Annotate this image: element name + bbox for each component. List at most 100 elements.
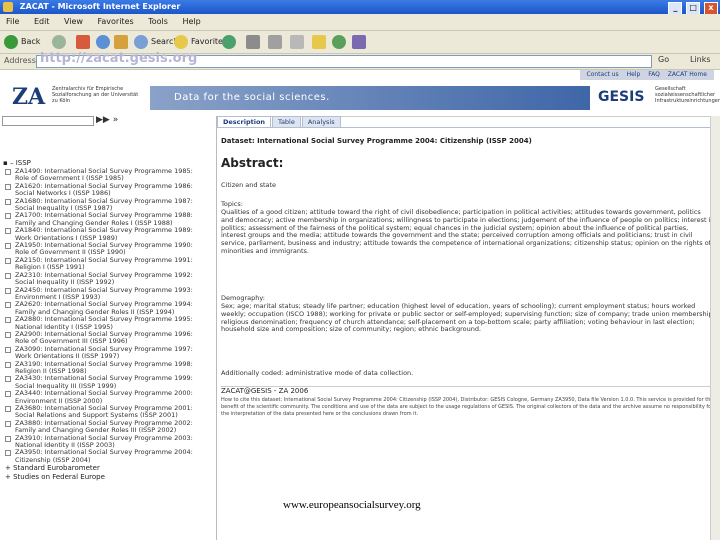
tree-item[interactable]: ZA1700: International Social Survey Prog… — [3, 212, 215, 227]
vertical-scrollbar[interactable] — [710, 116, 720, 540]
menu-tools[interactable]: Tools — [148, 17, 168, 26]
tree-item[interactable]: ZA2150: International Social Survey Prog… — [3, 256, 215, 272]
refresh-button[interactable] — [96, 34, 113, 50]
tree-item[interactable]: ZA3190: International Social Survey Prog… — [3, 360, 215, 376]
expand-icon[interactable] — [5, 331, 11, 338]
expand-icon[interactable] — [5, 287, 11, 294]
faq-link[interactable]: FAQ — [648, 71, 660, 78]
tree-item[interactable]: ZA3950: International Social Survey Prog… — [3, 449, 215, 464]
go-button[interactable]: Go — [658, 55, 669, 64]
tree-item[interactable]: ZA3880: International Social Survey Prog… — [3, 419, 215, 435]
menu-edit[interactable]: Edit — [34, 17, 50, 26]
tree-item[interactable]: ZA2880: International Social Survey Prog… — [3, 315, 215, 331]
back-button[interactable]: Back — [4, 34, 40, 50]
search-icon — [134, 34, 148, 49]
demography-text: Sex; age; marital status; steady life pa… — [221, 302, 715, 334]
home-icon — [114, 34, 128, 49]
tree-item[interactable]: ZA1620: International Social Survey Prog… — [3, 182, 215, 198]
menu-view[interactable]: View — [64, 17, 83, 26]
expand-icon[interactable] — [5, 272, 11, 279]
za-copyright: ZACAT@GESIS - ZA 2006 — [221, 387, 309, 395]
tree-item-federal-europe[interactable]: + Studies on Federal Europe — [3, 473, 215, 482]
expand-icon[interactable] — [5, 257, 11, 264]
menu-file[interactable]: File — [6, 17, 19, 26]
expand-icon[interactable] — [5, 376, 11, 383]
refresh-icon — [96, 34, 110, 49]
media-button[interactable] — [222, 34, 239, 50]
tree-item[interactable]: ZA2450: International Social Survey Prog… — [3, 286, 215, 302]
expand-icon[interactable] — [5, 346, 11, 353]
menu-help[interactable]: Help — [182, 17, 200, 26]
tree-item[interactable]: ZA3440: International Social Survey Prog… — [3, 389, 215, 405]
dataset-title: Dataset: International Social Survey Pro… — [221, 137, 532, 145]
back-arrow-icon — [4, 34, 18, 49]
tree-item[interactable]: ZA2310: International Social Survey Prog… — [3, 271, 215, 287]
tree-item-subtitle: Citizenship (ISSP 2004) — [15, 455, 91, 464]
zacat-home-link[interactable]: ZACAT Home — [668, 71, 707, 78]
tree-item[interactable]: ZA3910: International Social Survey Prog… — [3, 434, 215, 450]
links-button[interactable]: Links — [690, 55, 711, 64]
tree-item[interactable]: ZA3090: International Social Survey Prog… — [3, 345, 215, 361]
favorites-button[interactable]: Favorites — [174, 34, 227, 50]
site-links: Contact us Help FAQ ZACAT Home — [579, 70, 714, 80]
tree-item[interactable]: ZA3430: International Social Survey Prog… — [3, 374, 215, 390]
forward-button[interactable] — [52, 34, 69, 50]
expand-icon[interactable] — [5, 361, 11, 368]
za-logo: ZA — [12, 84, 46, 110]
topics-text: Qualities of a good citizen; attitude to… — [221, 208, 715, 255]
expand-icon[interactable] — [5, 317, 11, 324]
tree-item[interactable]: ZA1680: International Social Survey Prog… — [3, 197, 215, 213]
search-button[interactable]: Search — [134, 34, 178, 50]
star-icon — [174, 34, 188, 49]
expand-icon[interactable] — [5, 406, 11, 412]
expand-icon[interactable] — [5, 169, 11, 175]
edit-button[interactable] — [290, 34, 307, 50]
site-banner: ZA Zentralarchiv für Empirische Sozialfo… — [0, 80, 720, 117]
window-titlebar: ZACAT - Microsoft Internet Explorer _ □ … — [0, 0, 720, 15]
address-url[interactable]: http://zacat.gesis.org — [40, 51, 197, 66]
study-tree: ▪ – ISSP ZA1490: International Social Su… — [3, 159, 215, 482]
print-button[interactable] — [268, 34, 285, 50]
media-icon — [222, 34, 236, 49]
tagline: Data for the social sciences. — [174, 92, 330, 103]
tree-item[interactable]: ZA1950: International Social Survey Prog… — [3, 241, 215, 257]
expand-icon[interactable] — [5, 228, 11, 235]
research-icon — [352, 34, 366, 49]
gesis-logo: GESIS — [598, 89, 645, 105]
edit-icon — [290, 34, 304, 49]
abstract-subtitle: Citizen and state — [221, 181, 277, 189]
tree-item[interactable]: ZA2620: International Social Survey Prog… — [3, 300, 215, 316]
folder-icon — [312, 34, 326, 49]
expand-icon[interactable] — [5, 183, 11, 190]
citation-text: How to cite this dataset: International … — [221, 397, 714, 417]
expand-icon[interactable] — [5, 420, 11, 427]
menu-favorites[interactable]: Favorites — [98, 17, 134, 26]
help-link[interactable]: Help — [627, 71, 641, 78]
tree-item[interactable]: ZA2900: International Social Survey Prog… — [3, 330, 215, 346]
home-button[interactable] — [114, 34, 131, 50]
menu-bar: File Edit View Favorites Tools Help — [0, 14, 720, 31]
tree-item[interactable]: ZA1840: International Social Survey Prog… — [3, 226, 215, 242]
tree-item-eurobarometer[interactable]: + Standard Eurobarometer — [3, 464, 215, 473]
contact-link[interactable]: Contact us — [587, 71, 619, 78]
banner-bar: Data for the social sciences. — [150, 86, 590, 110]
gesis-logo-text: Gesellschaft sozialwissenschaftlicher In… — [655, 86, 720, 104]
ie-icon — [3, 2, 13, 12]
expand-icon[interactable] — [5, 450, 11, 457]
expand-icon[interactable] — [5, 391, 11, 398]
expand-icon[interactable] — [5, 435, 11, 442]
tab-bar: Description Table Analysis — [217, 116, 342, 128]
messenger-button[interactable] — [332, 34, 349, 50]
stop-button[interactable] — [76, 34, 93, 50]
search-arrows[interactable]: ▶▶ » — [96, 115, 118, 125]
folder-button[interactable] — [312, 34, 329, 50]
tree-item[interactable]: ZA3680: International Social Survey Prog… — [3, 404, 215, 420]
expand-icon[interactable] — [5, 243, 11, 250]
mail-button[interactable] — [246, 34, 263, 50]
expand-icon[interactable] — [5, 213, 11, 220]
expand-icon[interactable] — [5, 198, 11, 205]
research-button[interactable] — [352, 34, 369, 50]
tree-item[interactable]: ZA1490: International Social Survey Prog… — [3, 167, 215, 183]
expand-icon[interactable] — [5, 302, 11, 309]
sidebar-search-input[interactable] — [2, 116, 94, 126]
